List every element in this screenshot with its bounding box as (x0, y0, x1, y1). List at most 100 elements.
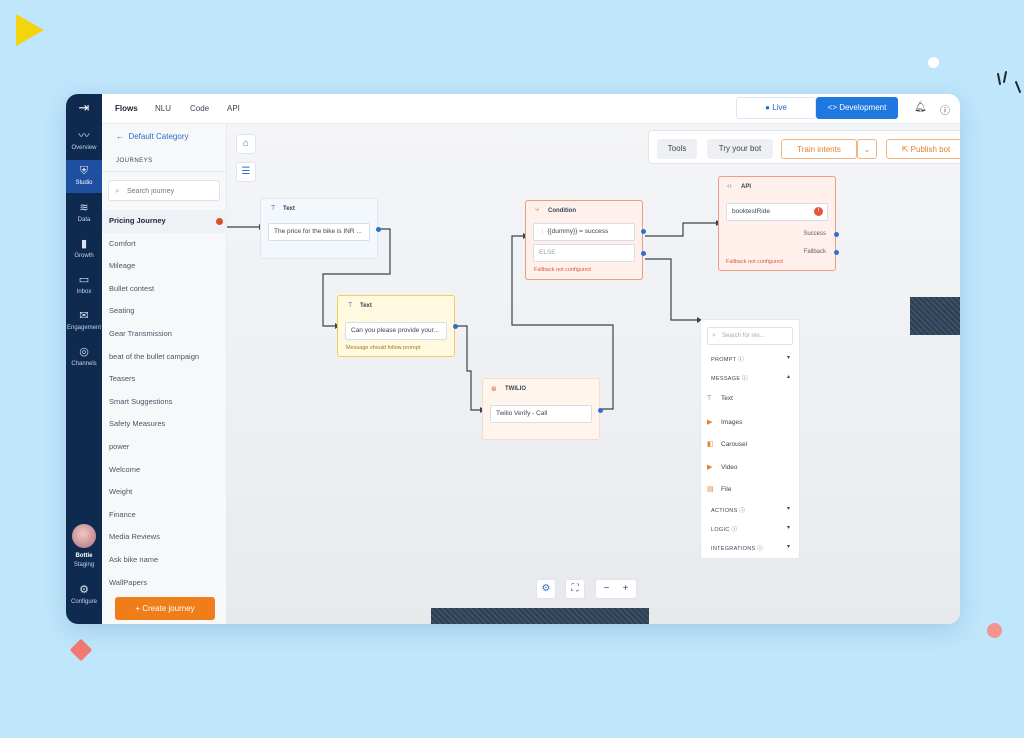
zoom-out-icon[interactable]: − (597, 580, 616, 598)
red-diamond-decoration (69, 638, 93, 662)
publish-bot-button[interactable]: ⇱ Publish bot (886, 139, 960, 159)
live-button[interactable]: ● Live (736, 97, 816, 119)
output-port[interactable] (453, 324, 458, 329)
palette-item-text[interactable]: T Text (707, 395, 733, 402)
create-journey-button[interactable]: + Create journey (115, 597, 215, 620)
journey-item[interactable]: power (102, 436, 227, 459)
section-actions[interactable]: ACTIONS ⓘ (711, 506, 745, 514)
zoom-in-icon[interactable]: + (616, 580, 635, 598)
train-dropdown[interactable]: ⌄ (857, 139, 877, 159)
chevron-up-icon[interactable]: ▴ (787, 373, 790, 380)
text-type-icon: T (348, 302, 353, 309)
fullscreen-icon[interactable]: ⛶ (565, 579, 585, 599)
text-node-message[interactable]: Can you please provide your... (345, 322, 447, 340)
output-port[interactable] (641, 229, 646, 234)
flow-canvas[interactable]: ⌂ ☰ Tools Try your bot Train intents ⌄ ⇱… (227, 124, 960, 624)
journey-item[interactable]: Pricing Journey (102, 210, 227, 233)
journey-item[interactable]: Weight (102, 481, 227, 504)
journey-item[interactable]: Mileage (102, 255, 227, 278)
journey-item[interactable]: Seating (102, 300, 227, 323)
section-message[interactable]: MESSAGE ⓘ (711, 374, 748, 382)
tab-api[interactable]: API (227, 104, 240, 113)
palette-item-video[interactable]: ▶ Video (707, 463, 738, 471)
chevron-down-icon[interactable]: ▾ (787, 543, 790, 550)
bot-avatar[interactable] (72, 524, 96, 548)
sparkle-lines-decoration (997, 71, 1021, 93)
nav-item-channels[interactable]: ◎ Channels (66, 346, 102, 367)
journey-item[interactable]: Finance (102, 504, 227, 527)
else-port[interactable] (641, 251, 646, 256)
nav-item-growth[interactable]: ▮ Growth (66, 238, 102, 259)
text-type-icon: T (271, 205, 276, 212)
journey-item[interactable]: Smart Suggestions (102, 391, 227, 414)
tab-flows[interactable]: Flows (115, 104, 138, 113)
settings-gear-icon[interactable]: ⚙ (536, 579, 556, 599)
section-prompt[interactable]: PROMPT ⓘ (711, 355, 744, 363)
journey-item[interactable]: Safety Measures (102, 413, 227, 436)
publish-icon: ⇱ (901, 145, 909, 154)
text-node[interactable]: T Text Can you please provide your... Me… (337, 295, 458, 357)
journey-item[interactable]: Welcome (102, 459, 227, 482)
top-bar: Flows NLU Code API ● Live <> Development… (102, 94, 960, 124)
output-port[interactable] (598, 408, 603, 413)
journey-item[interactable]: Ask bike name (102, 549, 227, 572)
nav-item-inbox[interactable]: ▭ Inbox (66, 274, 102, 295)
tab-nlu[interactable]: NLU (155, 104, 171, 113)
nav-item-engagement[interactable]: ✉ Engagement (66, 310, 102, 331)
text-node-message[interactable]: The price for the bike is INR ... (268, 223, 370, 241)
bell-icon[interactable]: 🔔︎ (914, 102, 927, 113)
journey-search-input[interactable] (127, 185, 215, 197)
palette-search[interactable]: ⌕ Search for res... (707, 327, 793, 345)
output-port[interactable] (376, 227, 381, 232)
journey-item[interactable]: Media Reviews (102, 526, 227, 549)
text-node[interactable]: T Text The price for the bike is INR ... (260, 198, 381, 259)
palette-item-images[interactable]: ▶ Images (707, 418, 742, 426)
chevron-down-icon[interactable]: ▾ (787, 505, 790, 512)
section-logic[interactable]: LOGIC ⓘ (711, 525, 737, 533)
tools-button[interactable]: Tools (657, 139, 697, 159)
try-bot-button[interactable]: Try your bot (707, 139, 773, 159)
info-icon: ⓘ (742, 376, 748, 382)
train-intents-button[interactable]: Train intents (781, 139, 857, 159)
journey-search[interactable]: ⌕ (108, 180, 220, 201)
palette-item-file[interactable]: ▤ File (707, 485, 731, 493)
condition-node[interactable]: ⑂ Condition ⋮ {{dummy}} = success ELSE F… (525, 200, 646, 280)
nav-item-configure[interactable]: ⚙ Configure (66, 584, 102, 605)
journey-item[interactable]: WallPapers (102, 572, 227, 595)
twilio-node[interactable]: ⊛ TWILIO Twilio Verify - Call (482, 378, 603, 440)
node-warning: Fallback not configured (726, 259, 783, 265)
code-icon: ‹› (727, 183, 732, 190)
condition-else[interactable]: ELSE (533, 244, 635, 262)
api-node[interactable]: ‹› API booktestRide ! Success Fallback F… (718, 176, 839, 271)
journey-item[interactable]: Bullet contest (102, 278, 227, 301)
logout-icon[interactable]: ⇥ (75, 101, 93, 115)
red-dot-decoration (987, 623, 1002, 638)
palette-item-carousel[interactable]: ◧ Carousel (707, 440, 747, 448)
help-icon[interactable]: ⓘ (940, 102, 950, 117)
nav-item-studio[interactable]: ⛨ Studio (66, 160, 102, 193)
nav-item-data[interactable]: ≋ Data (66, 202, 102, 223)
journey-item[interactable]: Teasers (102, 368, 227, 391)
journeys-sidebar: ← Default Category JOURNEYS ⌕ Pricing Jo… (102, 124, 234, 624)
shield-icon: ⛨ (79, 165, 89, 177)
activity-icon: 〰 (78, 130, 90, 142)
chevron-down-icon[interactable]: ▾ (787, 524, 790, 531)
app-window: ⇥ 〰 Overview ⛨ Studio ≋ Data ▮ Growth ▭ … (66, 94, 960, 624)
development-button[interactable]: <> Development (816, 97, 898, 119)
success-port[interactable] (834, 232, 839, 237)
chevron-down-icon[interactable]: ▾ (787, 354, 790, 361)
back-to-category[interactable]: ← Default Category (116, 132, 188, 141)
journey-item[interactable]: beat of the bullet campaign (102, 346, 227, 369)
fallback-port[interactable] (834, 250, 839, 255)
chevron-down-icon: ⌄ (863, 145, 871, 154)
section-integrations[interactable]: INTEGRATIONS ⓘ (711, 544, 763, 552)
api-endpoint[interactable]: booktestRide ! (726, 203, 828, 221)
success-label: Success (803, 231, 826, 237)
twilio-action[interactable]: Twilio Verify - Call (490, 405, 592, 423)
condition-rule[interactable]: ⋮ {{dummy}} = success (533, 223, 635, 241)
journey-item[interactable]: Comfort (102, 233, 227, 256)
nav-item-overview[interactable]: 〰 Overview (66, 130, 102, 151)
inbox-icon: ▭ (78, 274, 90, 286)
journey-item[interactable]: Gear Transmission (102, 323, 227, 346)
tab-code[interactable]: Code (190, 104, 209, 113)
